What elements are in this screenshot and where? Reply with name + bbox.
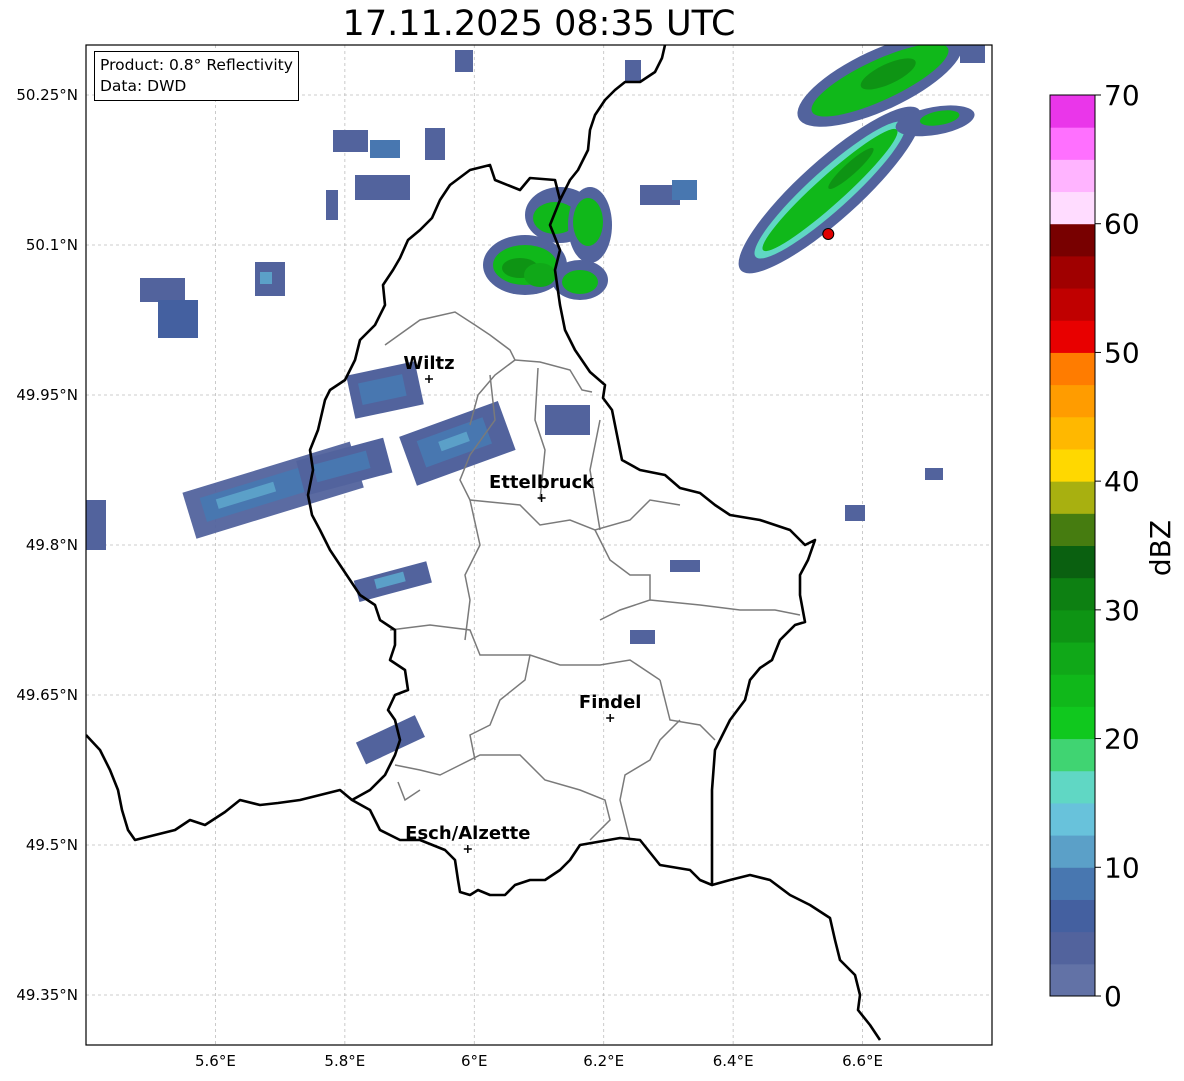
lat-tick-label: 50.1°N xyxy=(26,236,78,254)
lon-tick-label: 6.2°E xyxy=(583,1052,624,1070)
colorbar-swatch xyxy=(1050,448,1095,482)
lat-tick-label: 49.65°N xyxy=(16,686,78,704)
colorbar-swatch xyxy=(1050,609,1095,643)
colorbar-swatch xyxy=(1050,513,1095,546)
colorbar-swatch xyxy=(1050,867,1095,900)
colorbar-tick-label: 70 xyxy=(1104,79,1140,112)
city-label: Esch/Alzette xyxy=(405,823,530,844)
colorbar-swatch xyxy=(1050,931,1095,965)
city-label: Wiltz xyxy=(403,353,454,374)
echo-ne-corner xyxy=(960,45,985,63)
echo-north-speck-5 xyxy=(355,175,410,200)
colorbar-swatch xyxy=(1050,416,1095,450)
echo-north-speck-1 xyxy=(333,130,368,152)
echo-north-speck-4 xyxy=(326,190,338,220)
location-marker xyxy=(822,228,835,240)
city-label: Findel xyxy=(579,692,642,713)
echo-small-4 xyxy=(260,272,272,284)
colorbar-swatch xyxy=(1050,255,1095,289)
echo-far-north xyxy=(455,50,473,72)
colorbar-swatch xyxy=(1050,802,1095,836)
colorbar-swatches xyxy=(1050,95,1095,997)
colorbar-swatch xyxy=(1050,481,1095,514)
echo-east-speck-7 xyxy=(672,180,697,200)
colorbar-swatch xyxy=(1050,770,1095,804)
colorbar-tick-label: 30 xyxy=(1104,594,1140,627)
colorbar-swatch xyxy=(1050,384,1095,418)
colorbar-ticks: 0 10 20 30 40 50 60 70 xyxy=(1095,79,1140,1013)
echo-left-edge xyxy=(86,500,106,550)
colorbar-tick-label: 0 xyxy=(1104,980,1122,1013)
echo-small-2 xyxy=(158,300,198,338)
colorbar-swatch xyxy=(1050,320,1095,353)
echo-north-speck-2 xyxy=(370,140,400,158)
colorbar-swatch xyxy=(1050,738,1095,772)
echo-east-speck-2 xyxy=(670,560,700,572)
colorbar-label: dBZ xyxy=(1144,520,1177,576)
colorbar-swatch xyxy=(1050,191,1095,225)
colorbar-swatch xyxy=(1050,706,1095,740)
echo-east-speck-5 xyxy=(845,505,865,521)
location-dot xyxy=(822,228,835,240)
echo-east-speck-3 xyxy=(630,630,655,644)
longitude-ticks: 5.6°E 5.8°E 6°E 6.2°E 6.4°E 6.6°E xyxy=(195,1052,883,1070)
data-source-label: Data: DWD xyxy=(100,77,187,95)
colorbar-swatch xyxy=(1050,223,1095,257)
colorbar-tick-label: 20 xyxy=(1104,723,1140,756)
colorbar-swatch xyxy=(1050,288,1095,321)
colorbar-swatch xyxy=(1050,127,1095,160)
colorbar-swatch xyxy=(1050,545,1095,579)
colorbar-swatch xyxy=(1050,95,1095,128)
colorbar-swatch xyxy=(1050,352,1095,386)
latitude-ticks: 50.25°N 50.1°N 49.95°N 49.8°N 49.65°N 49.5°N 4… xyxy=(16,86,78,1004)
lon-tick-label: 6.6°E xyxy=(842,1052,883,1070)
colorbar-tick-label: 10 xyxy=(1104,851,1140,884)
echo-small-1 xyxy=(140,278,185,302)
colorbar-swatch xyxy=(1050,159,1095,193)
lat-tick-label: 49.35°N xyxy=(16,986,78,1004)
lat-tick-label: 49.95°N xyxy=(16,386,78,404)
colorbar-swatch xyxy=(1050,642,1095,675)
echo-east-speck-4 xyxy=(925,468,943,480)
colorbar: 0 10 20 30 40 50 60 70 dBZ xyxy=(1049,79,1177,1013)
colorbar-swatch xyxy=(1050,899,1095,933)
colorbar-swatch xyxy=(1050,835,1095,868)
product-info-box: Product: 0.8° Reflectivity Data: DWD xyxy=(94,51,299,101)
echo-far-north-2 xyxy=(625,60,641,82)
colorbar-swatch xyxy=(1050,674,1095,707)
lon-tick-label: 5.8°E xyxy=(324,1052,365,1070)
lon-tick-label: 5.6°E xyxy=(195,1052,236,1070)
lat-tick-label: 50.25°N xyxy=(16,86,78,104)
echo-east-speck-1 xyxy=(545,405,590,435)
echo-north-speck-3 xyxy=(425,128,445,160)
colorbar-swatch xyxy=(1050,577,1095,611)
city-label: Ettelbruck xyxy=(489,472,595,493)
radar-map: 5.6°E 5.8°E 6°E 6.2°E 6.4°E 6.6°E 50.25°N 50.1… xyxy=(16,44,1177,1070)
colorbar-swatch xyxy=(1050,963,1095,997)
lon-tick-label: 6°E xyxy=(461,1052,488,1070)
lat-tick-label: 49.5°N xyxy=(26,836,78,854)
lat-tick-label: 49.8°N xyxy=(26,536,78,554)
colorbar-tick-label: 60 xyxy=(1104,208,1140,241)
colorbar-tick-label: 50 xyxy=(1104,336,1140,369)
lon-tick-label: 6.4°E xyxy=(713,1052,754,1070)
product-label: Product: 0.8° Reflectivity xyxy=(100,56,293,74)
colorbar-tick-label: 40 xyxy=(1104,465,1140,498)
